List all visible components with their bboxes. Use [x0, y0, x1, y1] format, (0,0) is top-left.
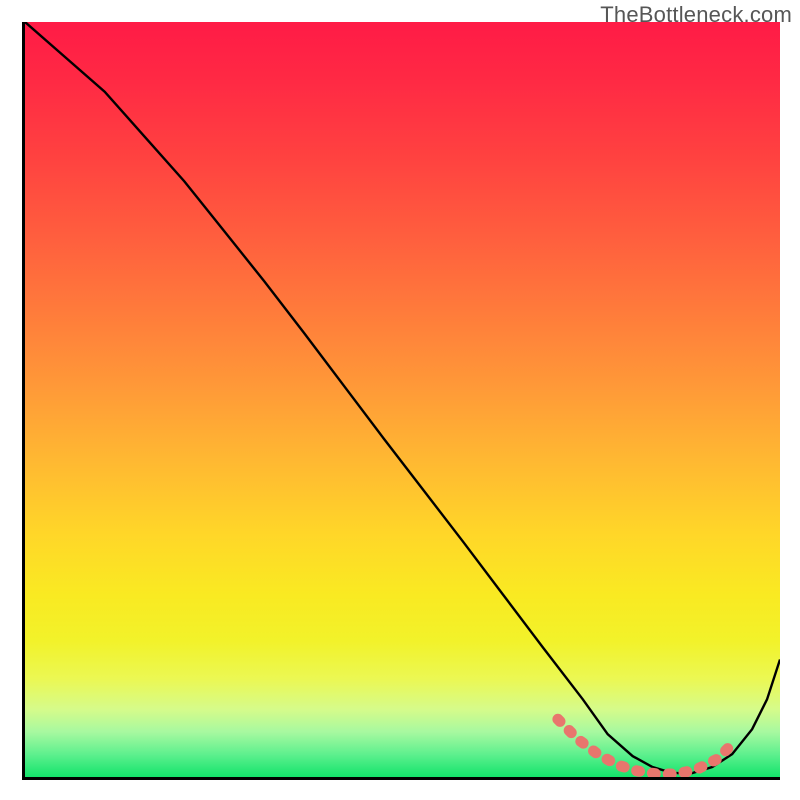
chart-canvas: TheBottleneck.com	[0, 0, 800, 800]
plot-area	[22, 22, 780, 780]
marker-stroke	[558, 719, 732, 774]
bottleneck-curve	[25, 22, 780, 773]
curve-layer	[25, 22, 780, 777]
